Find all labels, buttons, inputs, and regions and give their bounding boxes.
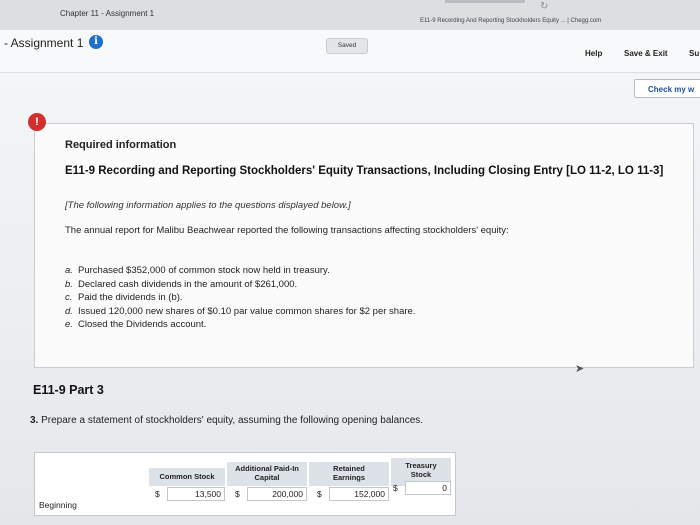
beginning-treasury-stock-input[interactable]: 0 [405, 481, 451, 495]
row-label-beginning: Beginning [39, 500, 77, 510]
item-text: Declared cash dividends in the amount of… [78, 278, 298, 290]
required-info-label: Required information [65, 139, 177, 151]
item-text: Paid the dividends in (b). [78, 292, 183, 303]
item-text: Closed the Dividends account. [78, 319, 207, 330]
item-letter: c. [65, 292, 73, 303]
beginning-apic-input[interactable]: 200,000 [247, 487, 307, 501]
question-text: 3. Prepare a statement of stockholders' … [30, 415, 423, 426]
question-number: 3. [30, 415, 39, 426]
equity-table: Common Stock Additional Paid-In Capital … [34, 452, 456, 516]
submit-button[interactable]: Su [689, 49, 699, 58]
reload-icon[interactable]: ↻ [540, 1, 548, 12]
list-item: e. Closed the Dividends account. [65, 319, 415, 333]
transaction-list: a. Purchased $352,000 of common stock now… [65, 265, 415, 333]
required-information-box: Required information E11-9 Recording and… [34, 123, 694, 368]
beginning-retained-earnings-input[interactable]: 152,000 [329, 487, 389, 501]
currency-symbol: $ [235, 489, 240, 499]
list-item: b. Declared cash dividends in the amount … [65, 279, 415, 293]
help-button[interactable]: Help [585, 49, 602, 58]
info-icon[interactable]: i [89, 35, 103, 49]
browser-tab-chegg[interactable]: E11-9 Recording And Reporting Stockholde… [420, 18, 601, 24]
currency-symbol: $ [393, 483, 398, 493]
info-note: [The following information applies to th… [65, 200, 351, 211]
check-my-work-button[interactable]: Check my w [634, 79, 700, 98]
currency-symbol: $ [317, 489, 322, 499]
item-letter: d. [65, 305, 73, 317]
list-item: c. Paid the dividends in (b). [65, 292, 415, 306]
header-apic: Additional Paid-In Capital [227, 462, 307, 486]
item-text: Purchased $352,000 of common stock now h… [78, 265, 330, 276]
address-bar-fragment [445, 0, 525, 3]
item-letter: a. [65, 265, 73, 276]
beginning-common-stock-input[interactable]: 13,500 [167, 487, 225, 501]
question-body: Prepare a statement of stockholders' equ… [41, 415, 424, 426]
browser-tab-assignment[interactable]: Chapter 11 - Assignment 1 [60, 9, 154, 18]
item-letter: e. [65, 319, 73, 330]
save-exit-button[interactable]: Save & Exit [624, 49, 668, 58]
header-retained-earnings: Retained Earnings [309, 462, 389, 486]
browser-chrome: Chapter 11 - Assignment 1 ↻ E11-9 Record… [0, 0, 700, 31]
problem-title: E11-9 Recording and Reporting Stockholde… [65, 165, 664, 177]
item-text: Issued 120,000 new shares of $0.10 par v… [78, 305, 416, 317]
part-title: E11-9 Part 3 [33, 383, 104, 397]
header-common-stock: Common Stock [149, 468, 225, 486]
item-letter: b. [65, 278, 73, 290]
problem-intro: The annual report for Malibu Beachwear r… [65, 225, 509, 236]
assignment-title: - Assignment 1 [4, 36, 84, 50]
mouse-cursor-icon: ➤ [575, 363, 585, 375]
list-item: a. Purchased $352,000 of common stock now… [65, 265, 415, 279]
saved-status-badge: Saved [326, 38, 368, 54]
alert-icon: ! [28, 113, 46, 131]
currency-symbol: $ [155, 489, 160, 499]
assignment-header: - Assignment 1 i Saved Help Save & Exit … [0, 30, 700, 73]
list-item: d. Issued 120,000 new shares of $0.10 par… [65, 306, 415, 320]
screen: Chapter 11 - Assignment 1 ↻ E11-9 Record… [0, 0, 700, 525]
